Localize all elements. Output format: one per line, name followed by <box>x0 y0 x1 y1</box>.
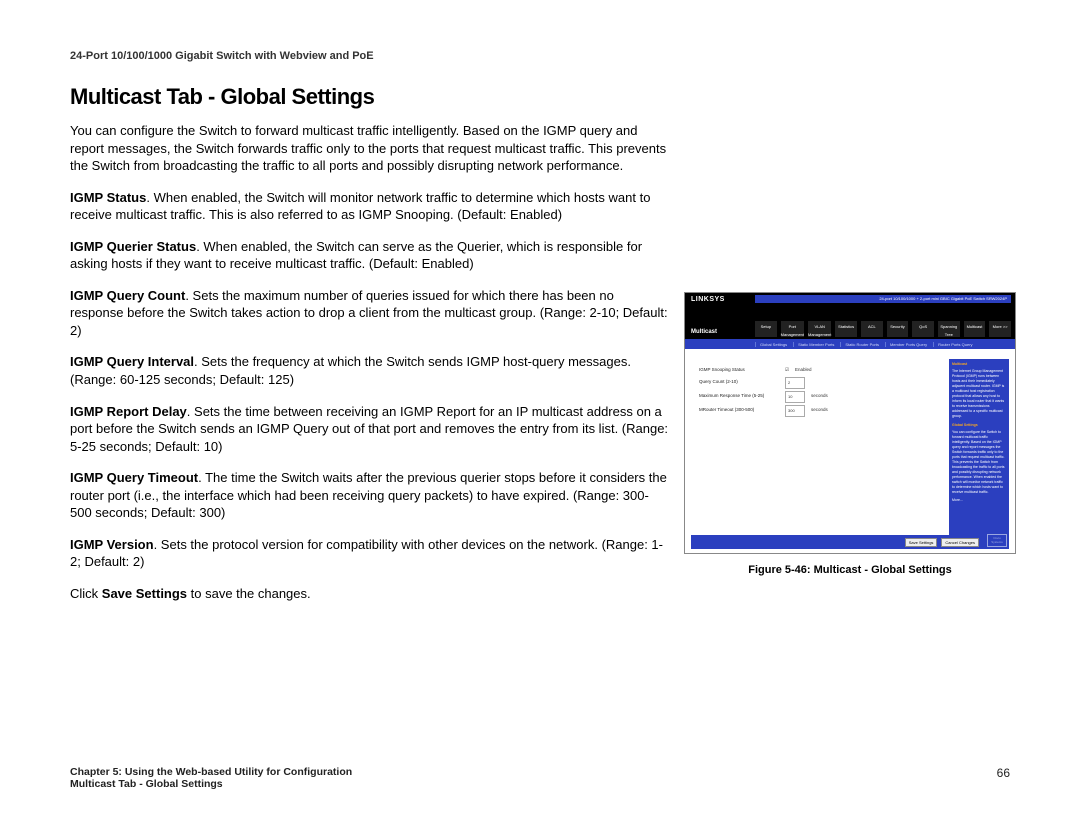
item-text: . Sets the protocol version for compatib… <box>70 537 663 570</box>
figure-caption: Figure 5-46: Multicast - Global Settings <box>684 564 1016 576</box>
field-value: Enabled <box>795 365 812 375</box>
body-text: You can configure the Switch to forward … <box>70 122 670 616</box>
item-label: IGMP Querier Status <box>70 239 196 254</box>
cisco-logo: Cisco Systems <box>987 534 1007 547</box>
help-text: You can configure the Switch to forward … <box>952 430 1006 495</box>
footer-line1: Chapter 5: Using the Web-based Utility f… <box>70 766 352 778</box>
cancel-changes-button[interactable]: Cancel Changes <box>941 538 979 547</box>
subtab[interactable]: Global Settings <box>755 342 787 347</box>
save-suffix: to save the changes. <box>187 586 311 601</box>
product-bar: 24-port 10/100/1000 + 2-port mini GBIC G… <box>755 295 1011 303</box>
nav-tab[interactable]: Security <box>887 321 909 337</box>
nav-tab[interactable]: VLAN Management <box>808 321 831 337</box>
save-prefix: Click <box>70 586 102 601</box>
active-section: Multicast <box>691 329 717 335</box>
page-title: Multicast Tab - Global Settings <box>70 84 1010 110</box>
field-label: Query Count (2-10) <box>699 377 779 389</box>
text-input[interactable]: 2 <box>785 377 805 389</box>
nav-tab[interactable]: Statistics <box>835 321 857 337</box>
figure-screenshot: LINKSYS 24-port 10/100/1000 + 2-port min… <box>684 292 1016 554</box>
brand-logo: LINKSYS <box>691 296 725 303</box>
item-label: IGMP Query Timeout <box>70 470 198 485</box>
field-label: IGMP Snooping Status <box>699 365 779 375</box>
subtab[interactable]: Static Router Ports <box>840 342 879 347</box>
save-bold: Save Settings <box>102 586 187 601</box>
doc-header: 24-Port 10/100/1000 Gigabit Switch with … <box>70 50 1010 62</box>
subtab[interactable]: Static Member Ports <box>793 342 834 347</box>
item-label: IGMP Version <box>70 537 154 552</box>
item-label: IGMP Status <box>70 190 146 205</box>
subtab[interactable]: Router Ports Query <box>933 342 972 347</box>
help-panel: Multicast The Internet Group Management … <box>949 359 1009 537</box>
nav-tab[interactable]: Port Management <box>781 321 804 337</box>
save-settings-button[interactable]: Save Settings <box>905 538 938 547</box>
page-footer: 66 Chapter 5: Using the Web-based Utilit… <box>70 766 1010 790</box>
nav-tab[interactable]: ACL <box>861 321 883 337</box>
help-heading: Multicast <box>952 362 1006 367</box>
field-label: MRouter Timeout (300-500) <box>699 405 779 417</box>
text-input[interactable]: 10 <box>785 391 805 403</box>
item-label: IGMP Report Delay <box>70 404 187 419</box>
item-label: IGMP Query Count <box>70 288 185 303</box>
nav-tab[interactable]: QoS <box>912 321 934 337</box>
text-input[interactable]: 300 <box>785 405 805 417</box>
nav-tab[interactable]: Spanning Tree <box>938 321 960 337</box>
nav-tab[interactable]: More >> <box>989 321 1011 337</box>
page-number: 66 <box>997 766 1010 780</box>
help-heading: Global Settings <box>952 423 1006 428</box>
unit-label: seconds <box>811 391 828 403</box>
field-label: Maximum Response Time (5-25) <box>699 391 779 403</box>
unit-label: seconds <box>811 405 828 417</box>
help-more-link[interactable]: More... <box>952 498 1006 503</box>
subtab[interactable]: Member Ports Query <box>885 342 927 347</box>
item-text: . When enabled, the Switch will monitor … <box>70 190 650 223</box>
nav-tab[interactable]: Multicast <box>964 321 986 337</box>
nav-tab[interactable]: Setup <box>755 321 777 337</box>
intro-paragraph: You can configure the Switch to forward … <box>70 122 670 175</box>
help-text: The Internet Group Management Protocol (… <box>952 369 1006 419</box>
footer-line2: Multicast Tab - Global Settings <box>70 778 223 790</box>
item-label: IGMP Query Interval <box>70 354 194 369</box>
checkbox-icon[interactable]: ☑ <box>785 365 789 375</box>
settings-form: IGMP Snooping Status ☑ Enabled Query Count… <box>691 359 945 537</box>
